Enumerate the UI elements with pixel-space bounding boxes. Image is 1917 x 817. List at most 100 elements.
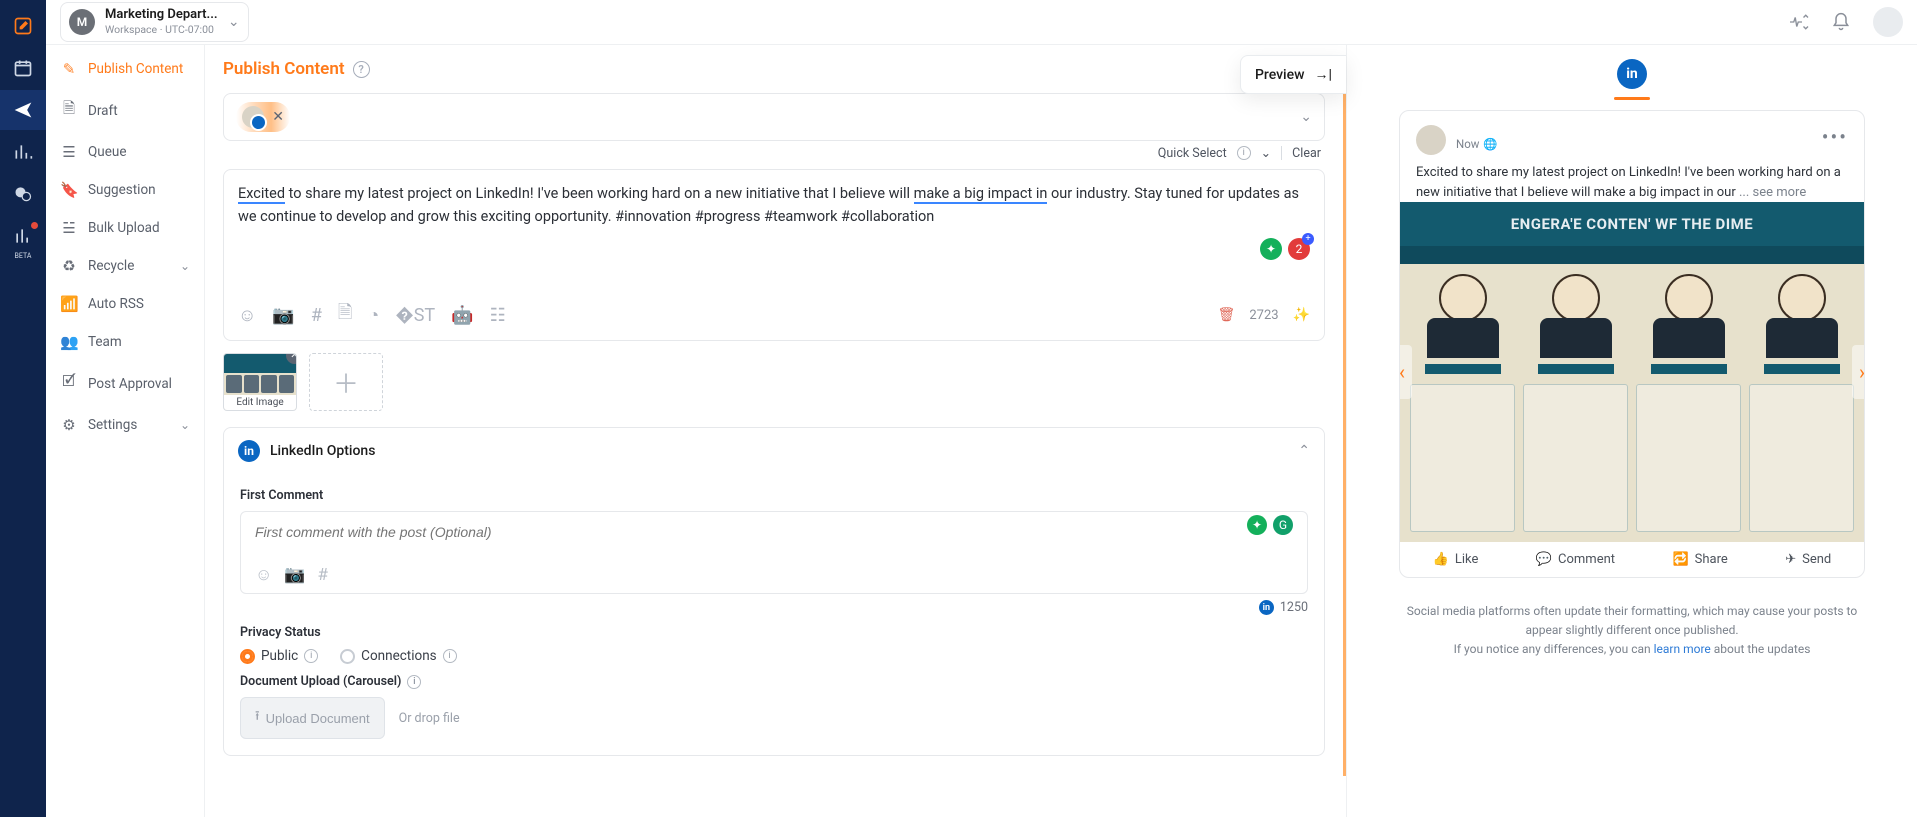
like-button[interactable]: 👍Like xyxy=(1433,552,1479,567)
feedback-icon[interactable] xyxy=(1785,8,1813,36)
layers-icon: ☱ xyxy=(60,219,78,237)
emoji-icon[interactable]: ☺ xyxy=(238,305,256,326)
first-comment-input[interactable] xyxy=(255,524,1293,540)
comment-button[interactable]: 💬Comment xyxy=(1536,552,1615,567)
recycle-icon: ♻ xyxy=(60,257,78,275)
document-icon[interactable]: 🗎 xyxy=(338,300,352,330)
see-more-link[interactable]: ... see more xyxy=(1739,185,1806,200)
rail-send-icon[interactable] xyxy=(0,90,46,130)
camera-icon[interactable]: 📷 xyxy=(284,565,305,585)
clear-button[interactable]: Clear xyxy=(1292,146,1321,161)
upload-document-button[interactable]: ⭱ Upload Document xyxy=(240,697,385,739)
info-icon[interactable]: i xyxy=(1237,146,1251,160)
chevron-down-icon[interactable]: ⌄ xyxy=(1261,145,1271,161)
preview-timestamp: Now xyxy=(1456,137,1479,151)
preview-avatar xyxy=(1416,125,1446,155)
grammar-badge[interactable]: ✦ xyxy=(1260,238,1282,260)
post-preview-card: Now 🌐 ••• Excited to share my latest pro… xyxy=(1399,110,1865,578)
carousel-next-button[interactable]: › xyxy=(1852,345,1865,399)
info-icon[interactable]: i xyxy=(407,675,421,689)
selected-account-chip[interactable]: ✕ xyxy=(236,102,290,132)
sidebar: ✎ Publish Content 🗎 Draft ☰ Queue 🔖 Sugg… xyxy=(46,0,205,817)
carousel-prev-button[interactable]: ‹ xyxy=(1399,345,1412,399)
icon-rail: BETA xyxy=(0,0,46,817)
grid-icon[interactable]: ☷ xyxy=(490,305,506,326)
linkedin-options-card: in LinkedIn Options ⌃ First Comment ✦ G xyxy=(223,427,1325,756)
sidebar-item-approval[interactable]: 🗹 Post Approval xyxy=(46,361,204,406)
sidebar-item-recycle[interactable]: ♻ Recycle ⌄ xyxy=(46,247,204,285)
grammarly-badge[interactable]: G xyxy=(1273,515,1293,535)
linkedin-icon: in xyxy=(1259,600,1274,615)
sidebar-item-label: Recycle xyxy=(88,258,134,274)
sidebar-item-bulk[interactable]: ☱ Bulk Upload xyxy=(46,209,204,247)
privacy-public-radio[interactable]: Publici xyxy=(240,648,318,664)
info-icon[interactable]: i xyxy=(304,649,318,663)
notification-dot xyxy=(31,222,38,229)
workspace-subtitle: Workspace · UTC-07:00 xyxy=(105,23,218,36)
info-icon[interactable]: i xyxy=(443,649,457,663)
document-upload-label: Document Upload (Carousel) xyxy=(240,674,401,689)
workspace-name: Marketing Depart... xyxy=(105,8,218,22)
globe-icon: 🌐 xyxy=(1483,137,1497,151)
magic-icon[interactable]: ✨ xyxy=(1293,307,1310,323)
chevron-up-icon: ⌃ xyxy=(1298,443,1310,459)
preview-toggle[interactable]: Preview →| xyxy=(1240,55,1346,94)
sidebar-item-label: Queue xyxy=(88,144,127,160)
help-icon[interactable]: ? xyxy=(353,61,370,78)
trash-icon[interactable]: 🗑 xyxy=(1218,307,1236,323)
bell-icon[interactable] xyxy=(1827,8,1855,36)
workspace-switcher[interactable]: M Marketing Depart... Workspace · UTC-07… xyxy=(60,2,249,41)
plug-icon[interactable]: �ST xyxy=(395,305,435,326)
page-title: Publish Content ? xyxy=(223,59,370,79)
add-attachment-button[interactable]: ＋ xyxy=(309,353,383,411)
share-icon: 🔁 xyxy=(1672,552,1688,567)
quick-select-button[interactable]: Quick Select xyxy=(1158,146,1227,161)
sidebar-item-label: Auto RSS xyxy=(88,296,144,312)
emoji-icon[interactable]: ☺ xyxy=(255,565,272,585)
rail-chat-icon[interactable] xyxy=(0,174,46,214)
clock-icon[interactable]: ◔ xyxy=(368,305,379,326)
sidebar-item-label: Bulk Upload xyxy=(88,220,160,236)
learn-more-link[interactable]: learn more xyxy=(1654,642,1711,656)
sidebar-item-draft[interactable]: 🗎 Draft xyxy=(46,88,204,133)
linkedin-options-toggle[interactable]: in LinkedIn Options ⌃ xyxy=(224,428,1324,474)
preview-disclaimer: Social media platforms often update thei… xyxy=(1399,602,1865,660)
rail-calendar-icon[interactable] xyxy=(0,48,46,88)
remove-account-icon[interactable]: ✕ xyxy=(272,109,284,125)
attachment-thumb[interactable]: ✕ Edit Image xyxy=(223,353,297,411)
workspace-avatar: M xyxy=(69,9,95,35)
document-icon: 🗎 xyxy=(60,98,78,123)
sidebar-item-team[interactable]: 👥 Team xyxy=(46,323,204,361)
preview-tab-linkedin[interactable]: in xyxy=(1617,59,1647,89)
privacy-connections-radio[interactable]: Connectionsi xyxy=(340,648,456,664)
sidebar-item-label: Draft xyxy=(88,103,118,119)
char-counter: 2723 xyxy=(1249,308,1278,323)
camera-icon[interactable]: 📷 xyxy=(272,305,294,326)
share-button[interactable]: 🔁Share xyxy=(1672,552,1727,567)
chevron-down-icon[interactable]: ⌄ xyxy=(1300,109,1312,125)
bookmark-icon: 🔖 xyxy=(60,181,78,199)
chevron-down-icon: ⌄ xyxy=(180,418,190,432)
edit-image-label[interactable]: Edit Image xyxy=(224,395,296,410)
grammar-badge[interactable]: ✦ xyxy=(1247,515,1267,535)
drop-file-label[interactable]: Or drop file xyxy=(399,711,460,726)
sidebar-item-queue[interactable]: ☰ Queue xyxy=(46,133,204,171)
hashtag-icon[interactable]: # xyxy=(318,565,328,585)
send-button[interactable]: ✈Send xyxy=(1785,552,1831,567)
sidebar-item-rss[interactable]: 📶 Auto RSS xyxy=(46,285,204,323)
post-text-input[interactable]: Excited to share my latest project on Li… xyxy=(238,182,1310,242)
post-menu-icon[interactable]: ••• xyxy=(1822,125,1848,149)
rail-analytics-icon[interactable] xyxy=(0,132,46,172)
rss-icon: 📶 xyxy=(60,295,78,313)
sidebar-item-label: Suggestion xyxy=(88,182,156,198)
sidebar-item-settings[interactable]: ⚙ Settings ⌄ xyxy=(46,406,204,444)
ai-badge[interactable]: 2 xyxy=(1288,238,1310,260)
sidebar-item-suggestion[interactable]: 🔖 Suggestion xyxy=(46,171,204,209)
sidebar-item-publish[interactable]: ✎ Publish Content xyxy=(46,50,204,88)
hashtag-icon[interactable]: # xyxy=(311,305,322,326)
robot-icon[interactable]: 🤖 xyxy=(451,305,473,326)
rail-reports-icon[interactable] xyxy=(0,216,46,256)
rail-compose-icon[interactable] xyxy=(0,6,46,46)
user-avatar[interactable] xyxy=(1873,7,1903,37)
comment-icon: 💬 xyxy=(1536,552,1552,567)
